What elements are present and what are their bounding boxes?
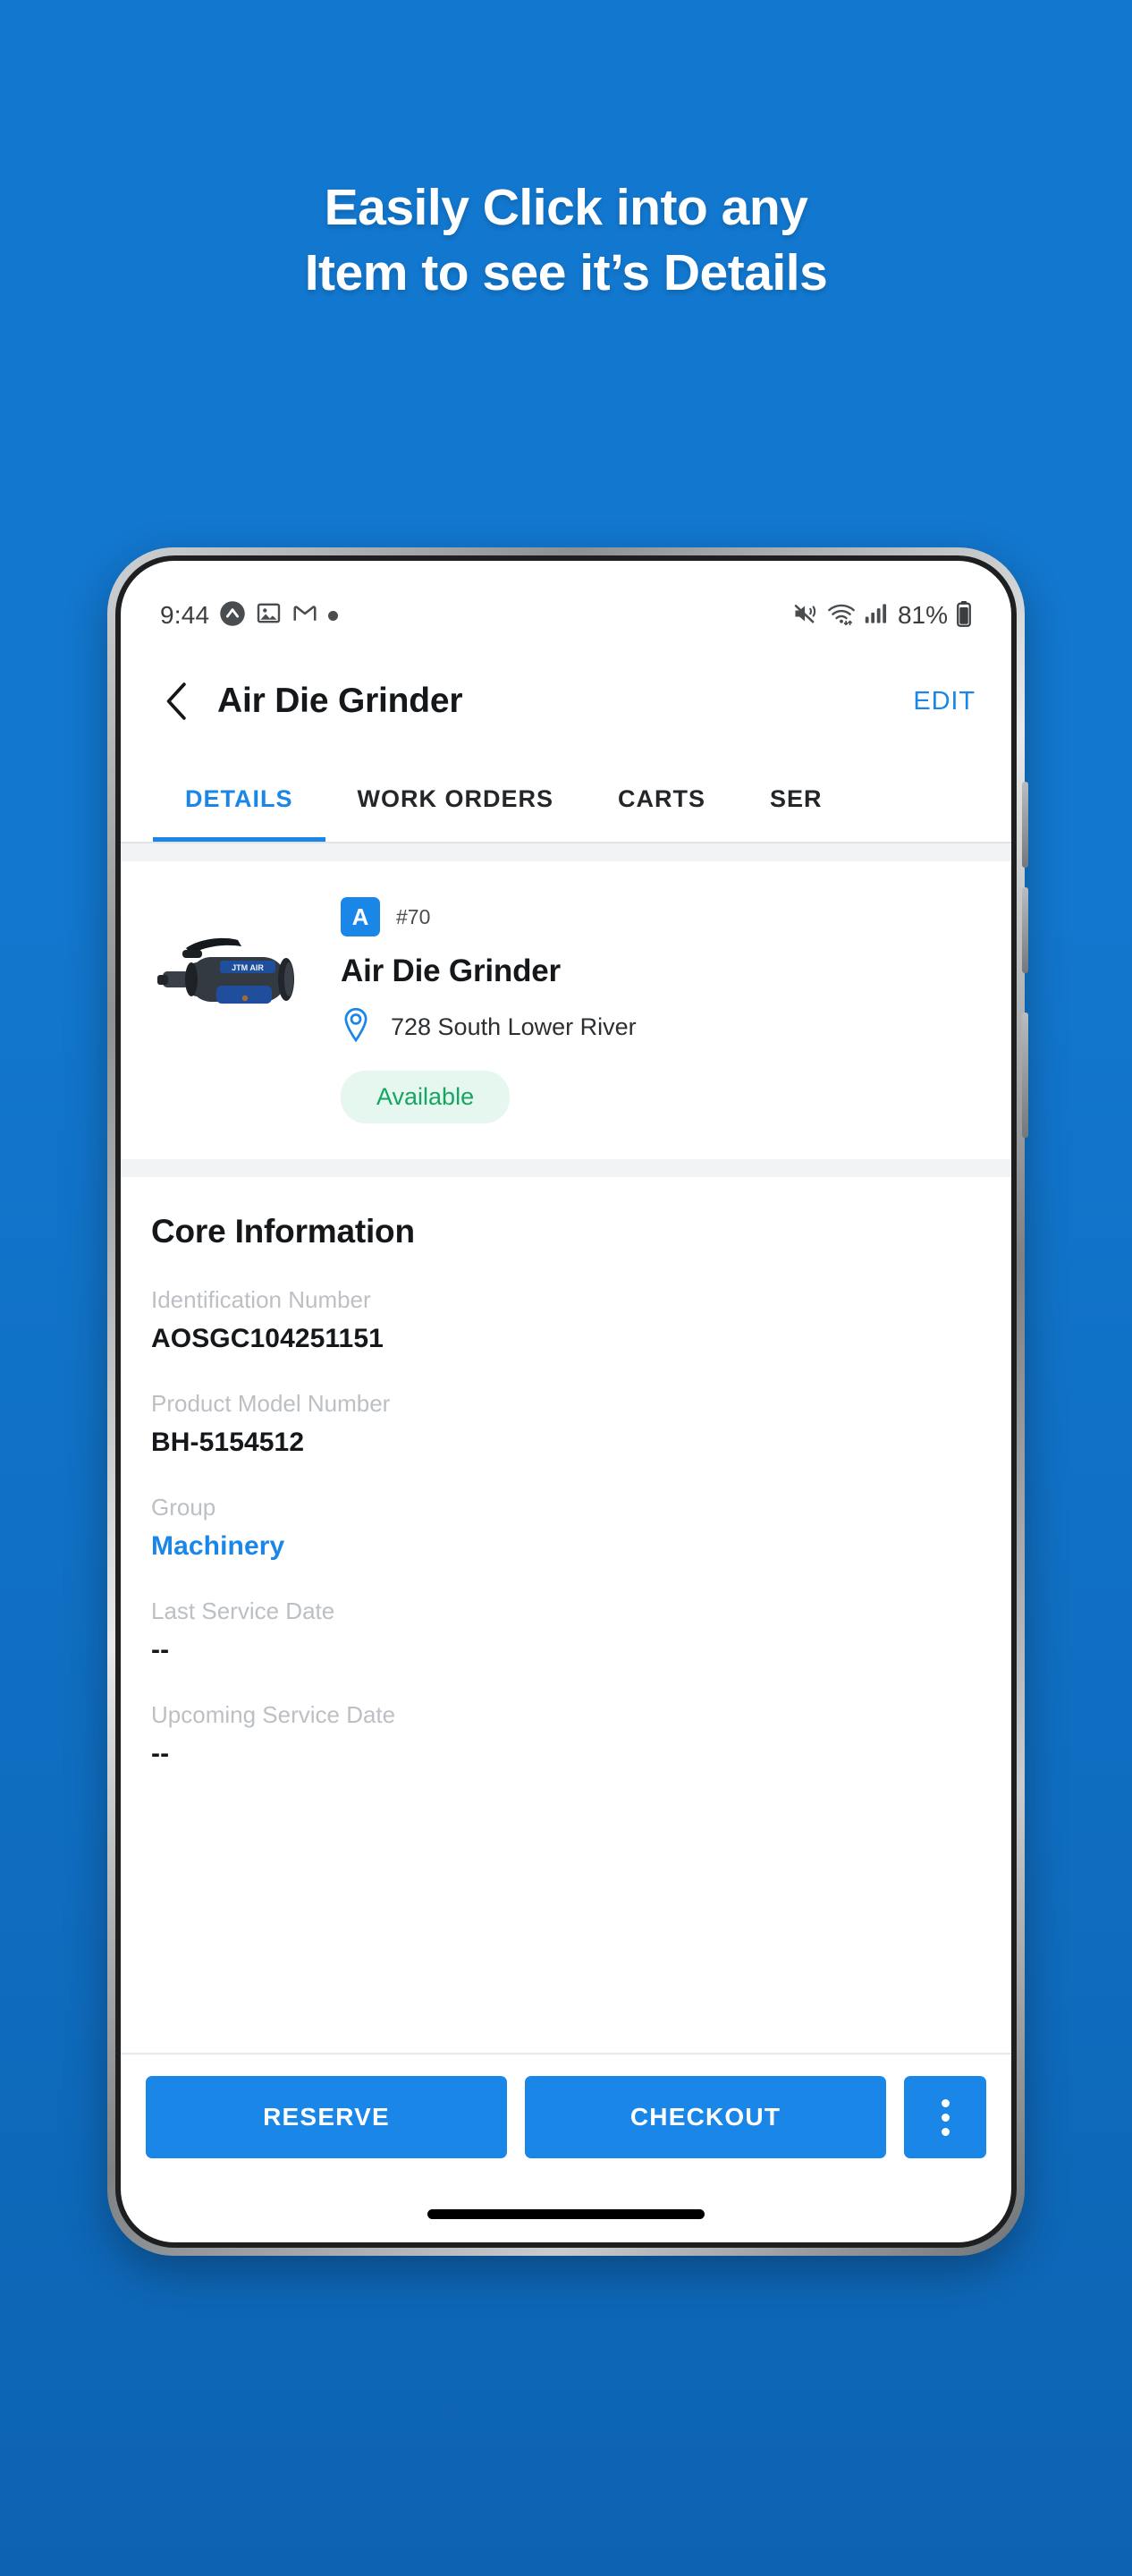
overflow-menu-vertical-icon[interactable] [904,2076,986,2158]
svg-text:JTM AIR: JTM AIR [232,963,264,972]
home-indicator[interactable] [427,2209,705,2219]
field-identification-number-label: Identification Number [151,1286,371,1313]
field-product-model-number: Product Model Number BH-5154512 [151,1390,976,1458]
item-number: #70 [396,904,431,928]
field-last-service-date-label: Last Service Date [151,1597,335,1624]
tab-work-orders[interactable]: WORK ORDERS [325,756,587,842]
air-die-grinder-photo: JTM AIR [157,937,294,1004]
cellular-signal-icon [864,602,887,630]
status-badge: Available [341,1071,511,1123]
image-notification-icon [256,600,282,631]
overflow-dot-2 [941,2113,950,2122]
phone-bezel: 9:44 81% Air Die Grinder EDIT DETAILS WO… [115,555,1017,2248]
overflow-dot-3 [941,2127,950,2136]
tab-details-label: DETAILS [185,784,293,812]
status-bar: 9:44 81% [121,561,1011,647]
checkout-button[interactable]: CHECKOUT [525,2076,886,2158]
edit-button[interactable]: EDIT [913,687,976,716]
location-pin-icon [341,1007,371,1047]
tab-service-label: SER [770,784,823,812]
tab-carts-label: CARTS [618,784,705,812]
avatar: A [341,897,380,936]
tab-service[interactable]: SER [738,756,855,842]
promo-headline: Easily Click into any Item to see it’s D… [0,175,1132,306]
mute-icon [792,601,819,631]
card-top-spacer [121,843,1011,861]
app-bar: Air Die Grinder EDIT [121,647,1011,756]
volume-up-button[interactable] [1022,782,1028,868]
field-group-value[interactable]: Machinery [151,1531,976,1562]
wifi-icon [827,601,856,631]
promo-headline-line1: Easily Click into any [324,179,808,236]
field-last-service-date-value: -- [151,1635,170,1665]
item-identity-row: A #70 [341,897,976,936]
volume-down-button[interactable] [1022,887,1028,973]
phone-screen: 9:44 81% Air Die Grinder EDIT DETAILS WO… [121,561,1011,2242]
item-name: Air Die Grinder [341,953,561,988]
battery-percent-label: 81% [897,601,948,629]
field-product-model-number-label: Product Model Number [151,1390,391,1417]
field-upcoming-service-date-value: -- [151,1739,170,1768]
item-location: 728 South Lower River [391,1013,637,1040]
field-last-service-date: Last Service Date -- [151,1597,976,1665]
tab-work-orders-label: WORK ORDERS [357,784,553,812]
back-button[interactable] [151,675,203,727]
status-bar-left: 9:44 [160,600,339,631]
tab-bar[interactable]: DETAILS WORK ORDERS CARTS SER [121,756,1011,842]
battery-icon [956,600,972,631]
tab-details[interactable]: DETAILS [153,756,325,842]
item-summary-body: A #70 Air Die Grinder 728 South Lower Ri… [341,894,976,1123]
promo-headline-line2: Item to see it’s Details [304,243,828,301]
field-group-label: Group [151,1494,216,1521]
card-bottom-spacer [121,1159,1011,1177]
chevron-left-icon [166,682,186,720]
core-information-title: Core Information [151,1213,415,1250]
power-button[interactable] [1022,1013,1028,1138]
reserve-button[interactable]: RESERVE [146,2076,507,2158]
item-thumbnail: JTM AIR [151,894,335,1055]
field-product-model-number-value: BH-5154512 [151,1428,305,1457]
tab-carts[interactable]: CARTS [586,756,738,842]
item-location-row[interactable]: 728 South Lower River [341,1007,976,1047]
action-bar: RESERVE CHECKOUT [121,2053,1011,2178]
status-bar-clock: 9:44 [160,601,210,629]
field-upcoming-service-date: Upcoming Service Date -- [151,1701,976,1769]
gmail-notification-icon [291,600,318,631]
field-identification-number-value: AOSGC104251151 [151,1324,384,1353]
opera-notification-icon [219,600,246,631]
item-summary-card[interactable]: JTM AIR A #70 Air Die Grinder 728 South … [121,861,1011,1159]
more-notification-dot-icon [328,610,339,621]
field-upcoming-service-date-label: Upcoming Service Date [151,1701,396,1728]
overflow-dot-1 [941,2098,950,2107]
core-information-section: Core Information Identification Number A… [121,1177,1011,1792]
details-scroll-area[interactable]: JTM AIR A #70 Air Die Grinder 728 South … [121,843,1011,1792]
field-identification-number: Identification Number AOSGC104251151 [151,1286,976,1354]
page-title: Air Die Grinder [217,682,463,720]
phone-mockup: 9:44 81% Air Die Grinder EDIT DETAILS WO… [107,547,1028,2256]
status-bar-right: 81% [792,600,972,631]
field-group: Group Machinery [151,1494,976,1562]
